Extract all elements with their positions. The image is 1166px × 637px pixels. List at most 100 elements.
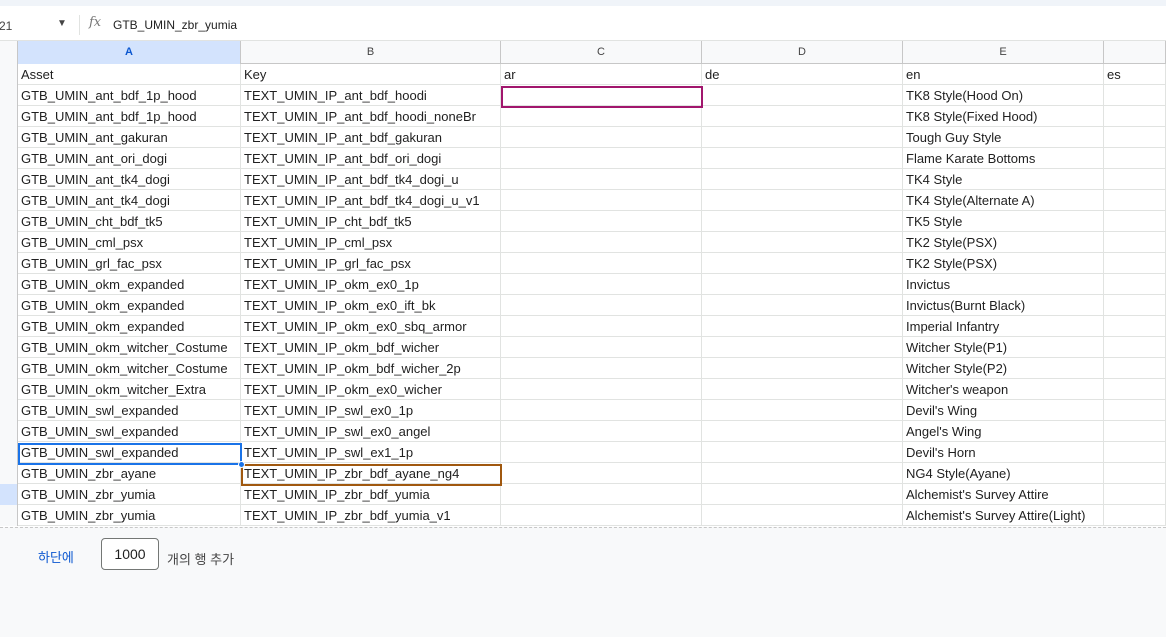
cell[interactable] <box>501 85 702 106</box>
cell[interactable] <box>501 505 702 526</box>
cell[interactable]: TEXT_UMIN_IP_zbr_bdf_yumia_v1 <box>241 505 501 526</box>
cell[interactable]: GTB_UMIN_zbr_yumia <box>18 484 241 505</box>
cell[interactable]: de <box>702 64 903 85</box>
cell[interactable]: TK4 Style <box>903 169 1104 190</box>
row-header[interactable] <box>0 64 18 85</box>
row-header[interactable] <box>0 442 18 463</box>
cell[interactable] <box>501 463 702 484</box>
row-header[interactable] <box>0 190 18 211</box>
cell[interactable]: Tough Guy Style <box>903 127 1104 148</box>
cell[interactable] <box>702 211 903 232</box>
cell[interactable]: Alchemist's Survey Attire(Light) <box>903 505 1104 526</box>
cell[interactable] <box>702 106 903 127</box>
column-header-f[interactable] <box>1104 41 1166 64</box>
cell[interactable]: Asset <box>18 64 241 85</box>
cell[interactable] <box>501 232 702 253</box>
cell[interactable] <box>702 442 903 463</box>
cell[interactable] <box>1104 85 1166 106</box>
cell[interactable]: TEXT_UMIN_IP_okm_ex0_1p <box>241 274 501 295</box>
cell[interactable] <box>702 190 903 211</box>
cell[interactable] <box>501 190 702 211</box>
cell[interactable] <box>501 127 702 148</box>
cell[interactable]: GTB_UMIN_okm_expanded <box>18 274 241 295</box>
cell[interactable] <box>501 379 702 400</box>
cell[interactable]: Angel's Wing <box>903 421 1104 442</box>
cell[interactable]: Imperial Infantry <box>903 316 1104 337</box>
cell[interactable]: TEXT_UMIN_IP_okm_ex0_sbq_armor <box>241 316 501 337</box>
cell[interactable] <box>1104 316 1166 337</box>
cell[interactable] <box>702 295 903 316</box>
row-header[interactable] <box>0 274 18 295</box>
cell[interactable]: TEXT_UMIN_IP_ant_bdf_gakuran <box>241 127 501 148</box>
cell[interactable]: TEXT_UMIN_IP_swl_ex0_1p <box>241 400 501 421</box>
cell[interactable]: GTB_UMIN_cht_bdf_tk5 <box>18 211 241 232</box>
cell[interactable] <box>1104 421 1166 442</box>
cell[interactable] <box>1104 400 1166 421</box>
cell[interactable] <box>1104 505 1166 526</box>
cell[interactable] <box>1104 169 1166 190</box>
row-header[interactable] <box>0 169 18 190</box>
column-header-b[interactable]: B <box>241 41 501 64</box>
cell[interactable] <box>702 127 903 148</box>
cell[interactable]: TK2 Style(PSX) <box>903 253 1104 274</box>
cell[interactable] <box>1104 127 1166 148</box>
cell[interactable] <box>702 421 903 442</box>
cell[interactable]: TEXT_UMIN_IP_swl_ex1_1p <box>241 442 501 463</box>
column-header-d[interactable]: D <box>702 41 903 64</box>
cell[interactable]: TEXT_UMIN_IP_cml_psx <box>241 232 501 253</box>
cell[interactable]: TK4 Style(Alternate A) <box>903 190 1104 211</box>
cell[interactable] <box>1104 442 1166 463</box>
cell[interactable] <box>702 232 903 253</box>
cell[interactable] <box>501 148 702 169</box>
cell[interactable] <box>501 421 702 442</box>
cell[interactable]: TEXT_UMIN_IP_ant_bdf_hoodi_noneBr <box>241 106 501 127</box>
cell[interactable] <box>501 484 702 505</box>
cell[interactable] <box>501 358 702 379</box>
cell[interactable] <box>702 337 903 358</box>
cell[interactable]: Witcher Style(P2) <box>903 358 1104 379</box>
cell[interactable]: Witcher Style(P1) <box>903 337 1104 358</box>
cell[interactable]: GTB_UMIN_okm_witcher_Costume <box>18 358 241 379</box>
row-header[interactable] <box>0 148 18 169</box>
cell[interactable] <box>1104 106 1166 127</box>
row-header[interactable] <box>0 400 18 421</box>
cell[interactable] <box>702 484 903 505</box>
cell[interactable] <box>1104 211 1166 232</box>
cell[interactable]: GTB_UMIN_okm_expanded <box>18 316 241 337</box>
cell[interactable]: Invictus(Burnt Black) <box>903 295 1104 316</box>
cell[interactable]: TEXT_UMIN_IP_cht_bdf_tk5 <box>241 211 501 232</box>
cell[interactable]: Alchemist's Survey Attire <box>903 484 1104 505</box>
cell[interactable]: TEXT_UMIN_IP_okm_ex0_wicher <box>241 379 501 400</box>
cell[interactable]: TK5 Style <box>903 211 1104 232</box>
cell[interactable] <box>1104 253 1166 274</box>
cell[interactable]: TEXT_UMIN_IP_ant_bdf_tk4_dogi_u_v1 <box>241 190 501 211</box>
cell[interactable]: GTB_UMIN_zbr_ayane <box>18 463 241 484</box>
cell[interactable]: GTB_UMIN_ant_ori_dogi <box>18 148 241 169</box>
cell[interactable] <box>501 169 702 190</box>
cell[interactable]: Witcher's weapon <box>903 379 1104 400</box>
cell[interactable]: TEXT_UMIN_IP_zbr_bdf_yumia <box>241 484 501 505</box>
column-header-e[interactable]: E <box>903 41 1104 64</box>
cell[interactable] <box>1104 148 1166 169</box>
row-header[interactable] <box>0 379 18 400</box>
row-header[interactable] <box>0 127 18 148</box>
cell[interactable] <box>501 253 702 274</box>
cell[interactable]: GTB_UMIN_okm_expanded <box>18 295 241 316</box>
add-rows-button[interactable]: 하단에 <box>38 547 74 566</box>
cell[interactable]: Flame Karate Bottoms <box>903 148 1104 169</box>
row-header[interactable] <box>0 421 18 442</box>
cell[interactable] <box>702 358 903 379</box>
cell[interactable] <box>702 148 903 169</box>
cell[interactable]: Devil's Wing <box>903 400 1104 421</box>
cell[interactable] <box>702 379 903 400</box>
cell[interactable]: TEXT_UMIN_IP_swl_ex0_angel <box>241 421 501 442</box>
cell[interactable]: TK2 Style(PSX) <box>903 232 1104 253</box>
cell[interactable] <box>1104 232 1166 253</box>
cell[interactable]: GTB_UMIN_ant_bdf_1p_hood <box>18 85 241 106</box>
cell[interactable]: en <box>903 64 1104 85</box>
cell[interactable] <box>1104 274 1166 295</box>
cell[interactable] <box>702 169 903 190</box>
row-header[interactable] <box>0 106 18 127</box>
cell[interactable]: GTB_UMIN_ant_gakuran <box>18 127 241 148</box>
cell[interactable] <box>501 337 702 358</box>
